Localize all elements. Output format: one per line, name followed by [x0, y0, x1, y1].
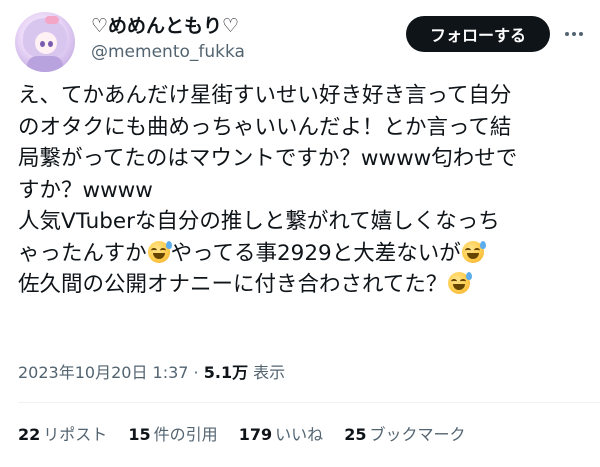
view-label: 表示	[248, 363, 286, 382]
likes-link[interactable]: 179 いいね	[239, 425, 323, 444]
sweat-smile-emoji-icon	[461, 240, 486, 263]
repost-label: リポスト	[43, 425, 108, 444]
tweet-line: すか？wwww	[18, 175, 590, 207]
sweat-smile-emoji-icon	[448, 272, 473, 294]
avatar-bow	[45, 16, 59, 24]
meta-separator: ·	[188, 363, 204, 382]
follow-button[interactable]: フォローする	[406, 16, 550, 52]
avatar-body	[27, 56, 63, 72]
more-horizontal-icon	[565, 32, 583, 36]
tweet-line-text: すか？wwww	[18, 177, 153, 203]
view-count: 5.1万	[203, 363, 249, 382]
tweet-line-text: 佐久間の公開オナニーに付き合わされてた？	[18, 272, 448, 297]
quote-count: 15	[128, 425, 151, 444]
avatar-eye	[48, 41, 53, 47]
tweet-line: 局繋がってたのはマウントですか？wwww匂わせで	[18, 143, 590, 175]
sweat-smile-emoji-icon	[147, 240, 172, 263]
like-count: 179	[238, 425, 273, 444]
bookmark-label: ブックマーク	[369, 425, 466, 444]
tweet-text: え、てかあんだけ星街すいせい好き好き言って自分 のオタクにも曲めっちゃいいんだよ…	[18, 80, 590, 301]
tweet-line-text: ゃったんすか	[18, 240, 147, 266]
tweet-line-text: 局繋がってたのはマウントですか？wwww匂わせで	[18, 146, 518, 171]
user-handle[interactable]: @memento_fukka	[91, 41, 245, 63]
tweet-line-text: え、てかあんだけ星街すいせい好き好き言って自分	[18, 83, 512, 108]
quotes-link[interactable]: 15 件の引用	[128, 425, 217, 444]
bookmark-count: 25	[344, 425, 367, 444]
avatar-face	[35, 32, 57, 54]
divider	[18, 402, 600, 403]
quote-label: 件の引用	[153, 425, 218, 444]
tweet-meta: 2023年10月20日 1:37 · 5.1万 表示	[18, 362, 285, 384]
avatar[interactable]	[15, 12, 75, 72]
more-icon[interactable]	[562, 24, 586, 44]
tweet-line: 佐久間の公開オナニーに付き合わされてた？	[18, 269, 590, 301]
timestamp-link[interactable]: 2023年10月20日 1:37	[18, 363, 188, 382]
display-name[interactable]: ♡めめんともり♡	[91, 14, 239, 38]
bookmarks-link[interactable]: 25 ブックマーク	[344, 425, 465, 444]
tweet-line: 人気VTuberな自分の推しと繋がれて嬉しくなっち	[18, 206, 590, 238]
tweet-line: ゃったんすか やってる事2929と大差ないが	[18, 238, 590, 270]
tweet-line-text: やってる事2929と大差ないが	[170, 240, 461, 266]
avatar-eye	[40, 41, 45, 47]
repost-count: 22	[18, 425, 41, 444]
tweet-line: え、てかあんだけ星街すいせい好き好き言って自分	[18, 80, 590, 112]
tweet-line-text: のオタクにも曲めっちゃいいんだよ！とか言って結	[18, 114, 512, 140]
reposts-link[interactable]: 22 リポスト	[18, 425, 107, 444]
tweet-line: のオタクにも曲めっちゃいいんだよ！とか言って結	[18, 112, 590, 144]
like-label: いいね	[275, 425, 324, 444]
tweet-line-text: 人気VTuberな自分の推しと繋がれて嬉しくなっち	[18, 209, 500, 234]
engagement-stats: 22 リポスト 15 件の引用 179 いいね 25 ブックマーク	[18, 424, 482, 446]
